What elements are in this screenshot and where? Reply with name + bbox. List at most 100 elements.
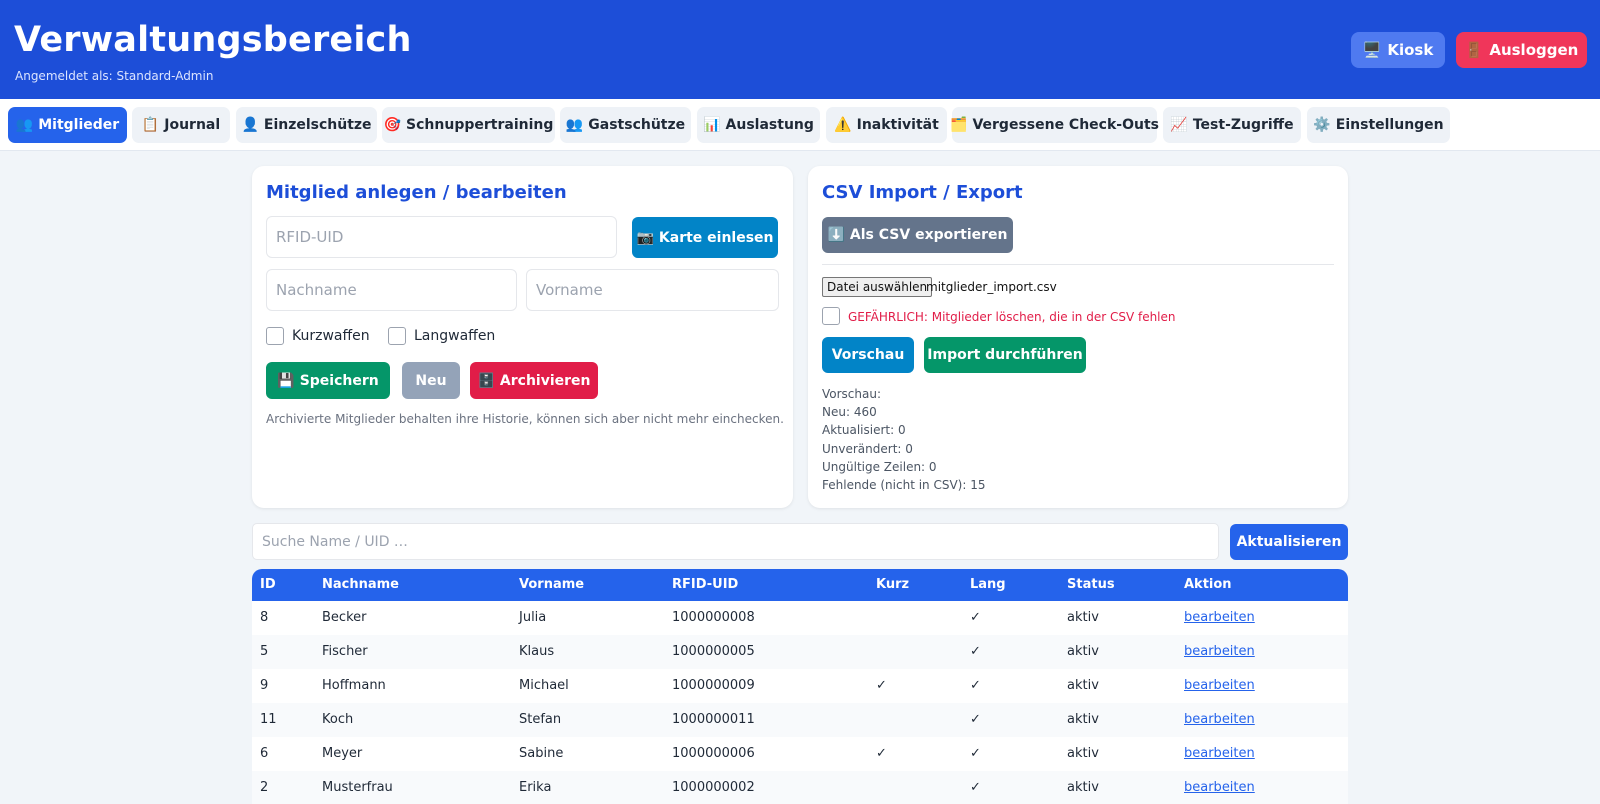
read-card-button[interactable]: 📷 Karte einlesen [632, 217, 778, 258]
member-form-card: Mitglied anlegen / bearbeiten RFID-UID 📷… [252, 166, 793, 508]
csv-title: CSV Import / Export [822, 182, 1023, 203]
refresh-button[interactable]: Aktualisieren [1230, 524, 1348, 560]
new-button[interactable]: Neu [402, 362, 460, 399]
column-header-lang[interactable]: Lang [970, 569, 1006, 601]
logged-in-as: Angemeldet als: Standard-Admin [15, 69, 214, 83]
cell-nachname: Koch [322, 712, 354, 727]
column-header-status[interactable]: Status [1067, 569, 1115, 601]
file-cabinet-icon: 🗄️ [477, 372, 495, 389]
camera-icon: 📷 [636, 229, 654, 246]
edit-link[interactable]: bearbeiten [1184, 737, 1255, 771]
column-header-rfid[interactable]: RFID-UID [672, 569, 738, 601]
tab-mitglieder[interactable]: 👥 Mitglieder [8, 107, 127, 143]
preview-line: Vorschau: [822, 387, 882, 401]
cell-lang: ✓ [970, 712, 981, 727]
logout-button[interactable]: 🚪 Ausloggen [1456, 32, 1587, 68]
read-card-label: Karte einlesen [658, 229, 774, 246]
csv-card: CSV Import / Export ⬇️ Als CSV exportier… [808, 166, 1348, 508]
tab-einstellungen[interactable]: ⚙️ Einstellungen [1307, 107, 1450, 143]
cell-nachname: Fischer [322, 644, 368, 659]
lastname-input[interactable]: Nachname [266, 269, 517, 311]
column-header-id[interactable]: ID [260, 569, 276, 601]
cell-lang: ✓ [970, 746, 981, 761]
langwaffen-checkbox[interactable] [388, 327, 406, 345]
preview-button[interactable]: Vorschau [822, 337, 914, 373]
door-icon: 🚪 [1464, 41, 1484, 59]
cell-vorname: Erika [519, 780, 552, 795]
cell-uid: 1000000002 [672, 780, 755, 795]
export-csv-button[interactable]: ⬇️ Als CSV exportieren [822, 217, 1013, 253]
delete-missing-label: GEFÄHRLICH: Mitglieder löschen, die in d… [848, 310, 1176, 324]
tab-schnuppertraining[interactable]: 🎯 Schnuppertraining [382, 107, 555, 143]
edit-link[interactable]: bearbeiten [1184, 669, 1255, 703]
cell-lang: ✓ [970, 780, 981, 795]
gear-icon: ⚙️ [1313, 117, 1331, 133]
cell-uid: 1000000008 [672, 610, 755, 625]
tab-einzelschuetze[interactable]: 👤 Einzelschütze [236, 107, 377, 143]
cell-nachname: Meyer [322, 746, 363, 761]
bar-chart-icon: 📊 [703, 117, 721, 133]
column-header-kurz[interactable]: Kurz [876, 569, 909, 601]
cell-vorname: Sabine [519, 746, 564, 761]
tab-test-zugriffe[interactable]: 📈 Test-Zugriffe [1163, 107, 1301, 143]
clipboard-icon: 📋 [141, 117, 160, 133]
tab-auslastung[interactable]: 📊 Auslastung [697, 107, 820, 143]
column-header-nachname[interactable]: Nachname [322, 569, 399, 601]
tab-vergessene-check-outs[interactable]: 🗂️ Vergessene Check-Outs [950, 107, 1159, 143]
tab-journal[interactable]: 📋 Journal [132, 107, 230, 143]
cell-nachname: Becker [322, 610, 367, 625]
search-input[interactable]: Suche Name / UID … [252, 523, 1219, 560]
logout-button-label: Ausloggen [1489, 41, 1579, 59]
cell-id: 5 [260, 644, 269, 659]
cell-lang: ✓ [970, 644, 981, 659]
tab-gastschuetze[interactable]: 👥 Gastschütze [560, 107, 691, 143]
kiosk-button-label: Kiosk [1387, 41, 1434, 59]
tab-label: Auslastung [725, 117, 814, 133]
column-header-vorname[interactable]: Vorname [519, 569, 584, 601]
card-index-icon: 🗂️ [950, 117, 968, 133]
users-icon: 👥 [565, 117, 584, 133]
rfid-input[interactable]: RFID-UID [266, 216, 617, 258]
cell-id: 11 [260, 712, 277, 727]
table-row: 5 Fischer Klaus 1000000005 ✓ aktiv bearb… [252, 635, 1348, 669]
archive-button-label: Archivieren [499, 372, 591, 389]
cell-lang: ✓ [970, 678, 981, 693]
monitor-icon: 🖥️ [1362, 41, 1382, 59]
cell-uid: 1000000011 [672, 712, 755, 727]
selected-file-name: mitglieder_import.csv [926, 280, 1057, 294]
import-button[interactable]: Import durchführen [924, 337, 1086, 373]
edit-link[interactable]: bearbeiten [1184, 635, 1255, 669]
tab-label: Mitglieder [38, 117, 120, 133]
edit-link[interactable]: bearbeiten [1184, 601, 1255, 635]
table-row: 9 Hoffmann Michael 1000000009 ✓ ✓ aktiv … [252, 669, 1348, 703]
firstname-input[interactable]: Vorname [526, 269, 779, 311]
cell-vorname: Stefan [519, 712, 562, 727]
table-header: ID Nachname Vorname RFID-UID Kurz Lang S… [252, 569, 1348, 601]
tab-label: Inaktivität [856, 117, 939, 133]
trend-chart-icon: 📈 [1170, 117, 1188, 133]
kurzwaffen-checkbox[interactable] [266, 327, 284, 345]
edit-link[interactable]: bearbeiten [1184, 771, 1255, 804]
tab-label: Journal [164, 117, 221, 133]
cell-status: aktiv [1067, 746, 1099, 761]
preview-line: Unverändert: 0 [822, 441, 913, 456]
target-icon: 🎯 [383, 117, 402, 133]
export-csv-label: Als CSV exportieren [849, 227, 1008, 243]
save-button[interactable]: 💾 Speichern [266, 362, 390, 399]
cell-status: aktiv [1067, 678, 1099, 693]
warning-icon: ⚠️ [834, 117, 852, 133]
cell-id: 2 [260, 780, 269, 795]
kiosk-button[interactable]: 🖥️ Kiosk [1351, 32, 1445, 68]
tab-label: Test-Zugriffe [1192, 117, 1294, 133]
cell-status: aktiv [1067, 644, 1099, 659]
tab-label: Einstellungen [1335, 117, 1444, 133]
choose-file-button[interactable]: Datei auswählen [822, 277, 933, 297]
column-header-aktion[interactable]: Aktion [1184, 569, 1232, 601]
edit-link[interactable]: bearbeiten [1184, 703, 1255, 737]
cell-uid: 1000000009 [672, 678, 755, 693]
tab-inaktivitaet[interactable]: ⚠️ Inaktivität [826, 107, 947, 143]
delete-missing-checkbox[interactable] [822, 307, 840, 325]
archive-button[interactable]: 🗄️ Archivieren [470, 362, 598, 399]
user-icon: 👤 [241, 117, 259, 133]
cell-kurz: ✓ [876, 746, 887, 761]
